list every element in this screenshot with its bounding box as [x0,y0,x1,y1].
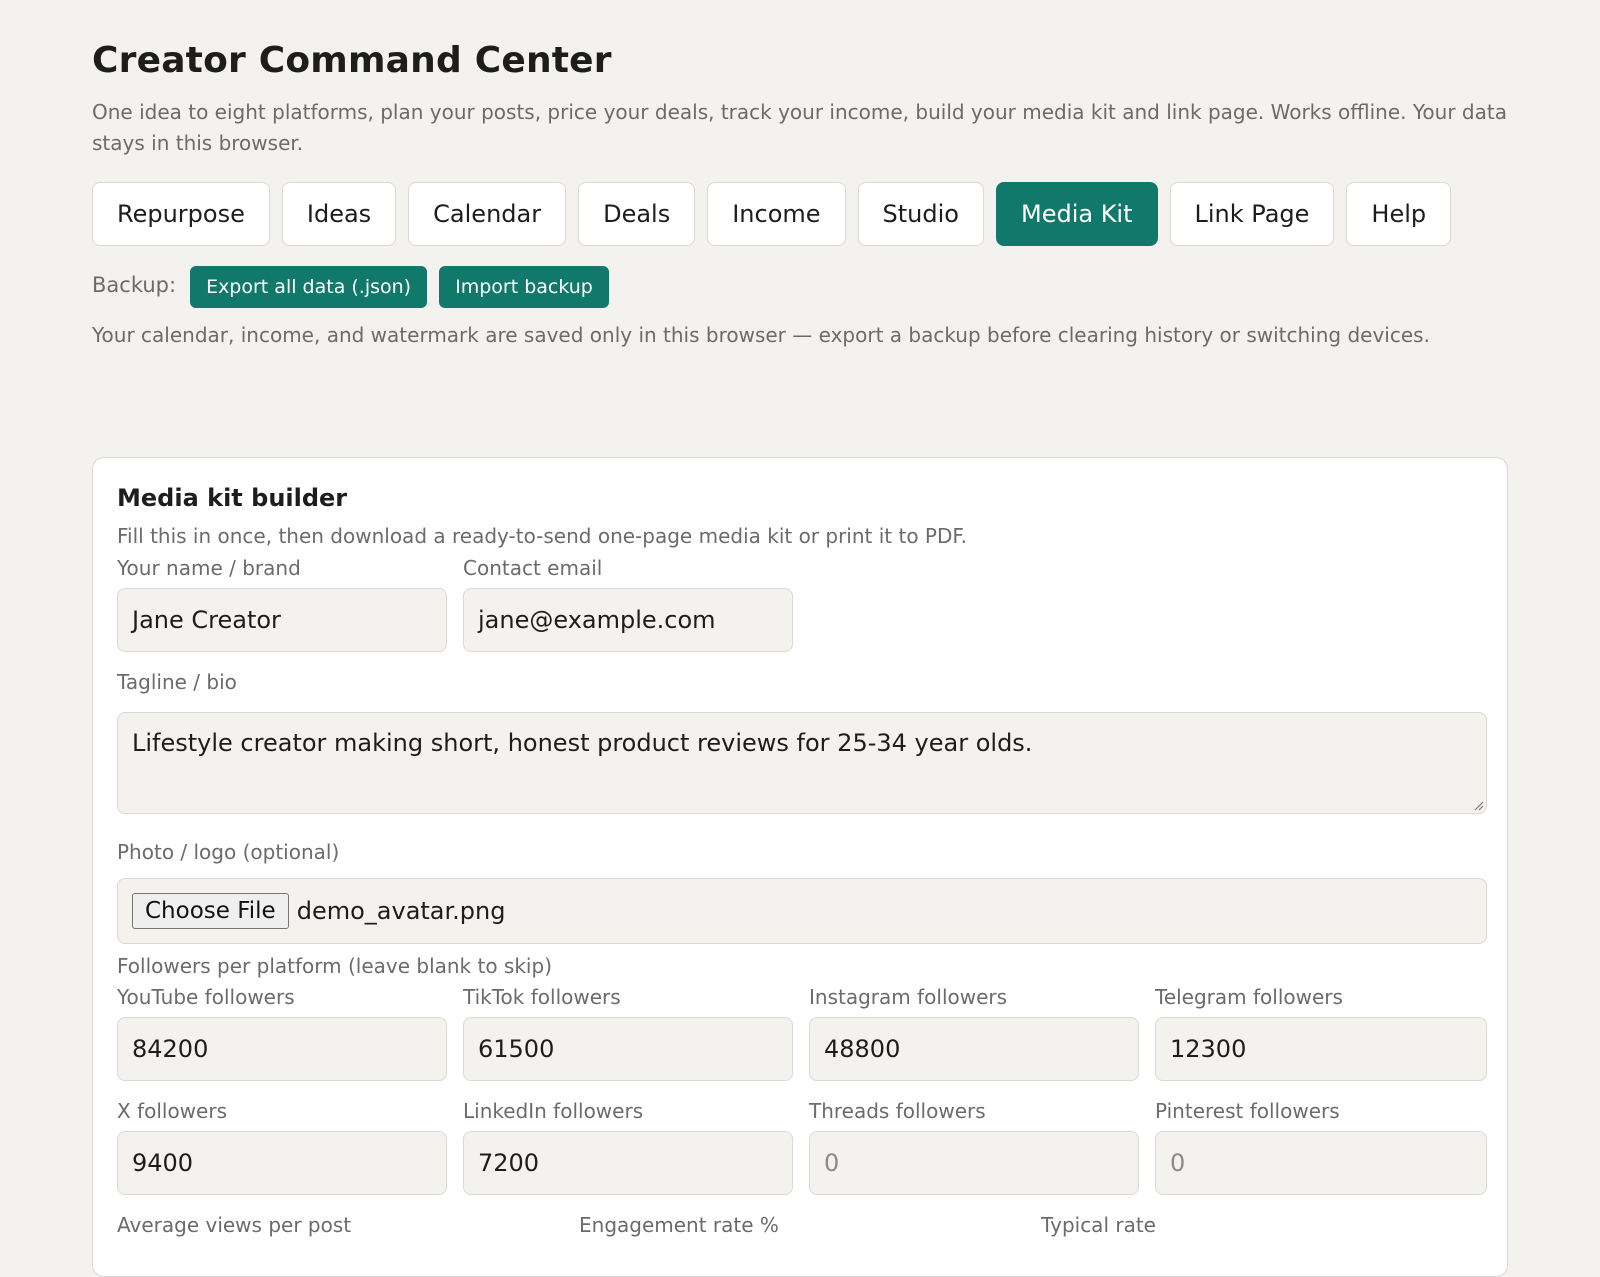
app-subtitle: One idea to eight platforms, plan your p… [92,100,1507,155]
threads-followers-label: Threads followers [809,1099,986,1123]
tab-studio[interactable]: Studio [857,182,984,246]
tab-help[interactable]: Help [1346,182,1452,246]
avg-views-label: Average views per post [117,1213,352,1237]
instagram-followers-input[interactable]: 48800 [809,1017,1139,1081]
youtube-followers-input[interactable]: 84200 [117,1017,447,1081]
import-backup-button[interactable]: Import backup [439,266,609,308]
card-title: Media kit builder [117,484,348,512]
tab-media-kit[interactable]: Media Kit [995,182,1158,246]
name-label: Your name / brand [117,556,301,580]
youtube-followers-label: YouTube followers [117,985,295,1009]
tagline-textarea[interactable]: Lifestyle creator making short, honest p… [117,712,1487,814]
name-input[interactable]: Jane Creator [117,588,447,652]
pinterest-followers-label: Pinterest followers [1155,1099,1340,1123]
resize-grip-icon[interactable] [1472,799,1484,811]
photo-label: Photo / logo (optional) [117,840,340,864]
backup-row: Backup: Export all data (.json) Import b… [92,266,621,308]
photo-file-input: Choose File demo_avatar.png [117,878,1487,944]
x-followers-label: X followers [117,1099,227,1123]
export-data-button[interactable]: Export all data (.json) [190,266,428,308]
card-description: Fill this in once, then download a ready… [117,524,968,548]
email-label: Contact email [463,556,603,580]
app-title: Creator Command Center [92,40,612,81]
tab-link-page[interactable]: Link Page [1169,182,1335,246]
pinterest-followers-input[interactable]: 0 [1155,1131,1487,1195]
choose-file-button[interactable]: Choose File [132,893,289,929]
instagram-followers-label: Instagram followers [809,985,1008,1009]
tab-income[interactable]: Income [707,182,846,246]
followers-heading: Followers per platform (leave blank to s… [117,954,552,978]
linkedin-followers-label: LinkedIn followers [463,1099,644,1123]
tab-deals[interactable]: Deals [578,182,696,246]
x-followers-input[interactable]: 9400 [117,1131,447,1195]
media-kit-card: Media kit builder Fill this in once, the… [92,457,1508,1277]
typical-rate-label: Typical rate [1041,1213,1156,1237]
backup-note: Your calendar, income, and watermark are… [92,323,1430,347]
email-input[interactable]: jane@example.com [463,588,793,652]
backup-label: Backup: [92,273,177,297]
tagline-text: Lifestyle creator making short, honest p… [132,729,1033,757]
engagement-rate-label: Engagement rate % [579,1213,779,1237]
tab-bar: Repurpose Ideas Calendar Deals Income St… [92,182,1463,246]
tiktok-followers-label: TikTok followers [463,985,621,1009]
photo-filename: demo_avatar.png [296,897,506,925]
tagline-label: Tagline / bio [117,670,237,694]
telegram-followers-input[interactable]: 12300 [1155,1017,1487,1081]
tab-repurpose[interactable]: Repurpose [92,182,270,246]
telegram-followers-label: Telegram followers [1155,985,1343,1009]
tab-calendar[interactable]: Calendar [408,182,567,246]
threads-followers-input[interactable]: 0 [809,1131,1139,1195]
linkedin-followers-input[interactable]: 7200 [463,1131,793,1195]
tiktok-followers-input[interactable]: 61500 [463,1017,793,1081]
tab-ideas[interactable]: Ideas [281,182,397,246]
